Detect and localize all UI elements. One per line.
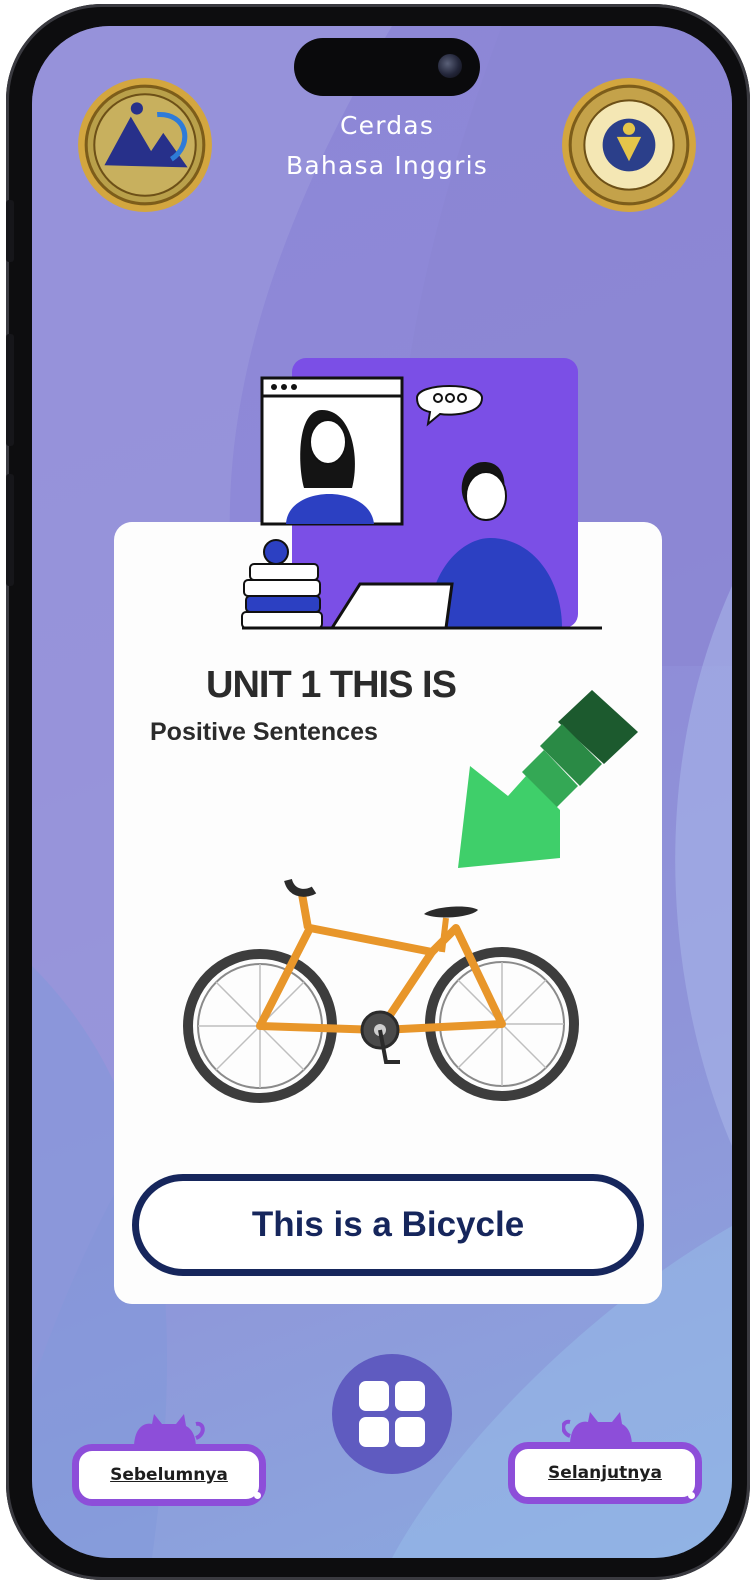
- camera-icon: [438, 54, 462, 78]
- bicycle-image: [183, 878, 579, 1103]
- previous-nav: Sebelumnya: [72, 1414, 268, 1514]
- lesson-subtitle: Positive Sentences: [150, 718, 378, 746]
- phone-frame: Cerdas Bahasa Inggris UNIT 1 THIS IS Pos…: [6, 4, 750, 1580]
- tutoring-illustration: [241, 358, 602, 630]
- menu-button[interactable]: [332, 1354, 452, 1474]
- phone-side-button: [6, 334, 14, 446]
- app-screen: Cerdas Bahasa Inggris UNIT 1 THIS IS Pos…: [32, 26, 732, 1558]
- university-logo-right: [562, 78, 696, 212]
- green-arrow-icon: [458, 690, 638, 868]
- grid-menu-icon: [359, 1381, 425, 1447]
- phone-side-button: [6, 200, 14, 262]
- next-nav: Selanjutnya: [508, 1412, 704, 1512]
- phone-side-button: [6, 474, 14, 586]
- sentence-audio-button[interactable]: This is a Bicycle: [132, 1174, 644, 1276]
- university-logo-left: [78, 78, 212, 212]
- app-title: Cerdas Bahasa Inggris: [232, 106, 542, 186]
- previous-button[interactable]: Sebelumnya: [72, 1444, 266, 1506]
- cat-icon: [562, 1412, 632, 1446]
- next-button[interactable]: Selanjutnya: [508, 1442, 702, 1504]
- cat-icon: [134, 1414, 205, 1448]
- app-title-line2: Bahasa Inggris: [286, 151, 488, 180]
- phone-notch: [294, 38, 480, 96]
- app-title-line1: Cerdas: [339, 111, 435, 140]
